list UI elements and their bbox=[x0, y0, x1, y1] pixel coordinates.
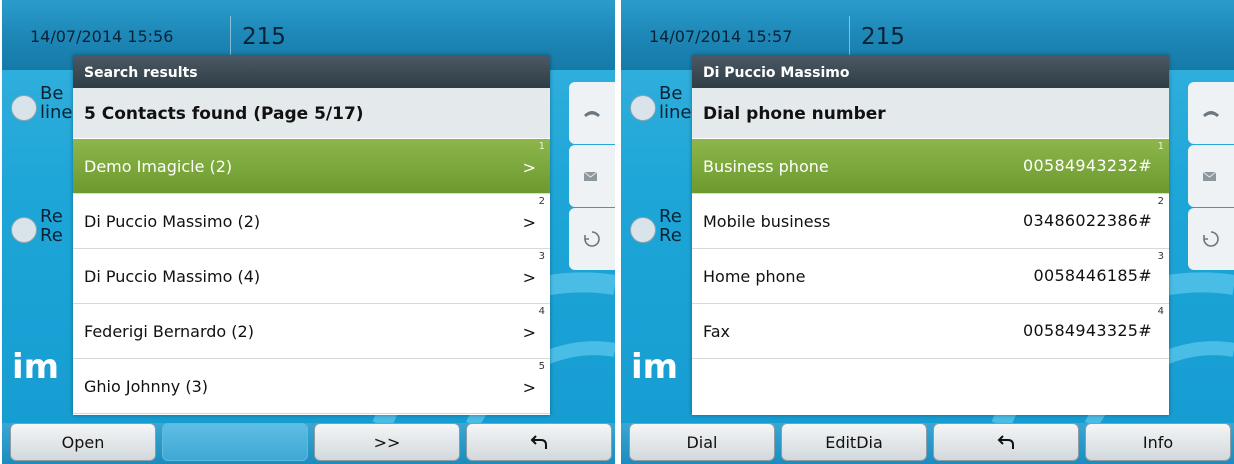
datetime-label: 14/07/2014 15:57 bbox=[649, 27, 793, 46]
panel-subtitle: Dial phone number bbox=[692, 88, 1169, 138]
row-index: 1 bbox=[538, 141, 545, 152]
history-icon bbox=[1203, 231, 1219, 247]
chevron-right-icon: > bbox=[522, 213, 536, 232]
recents-label-bottom: Re bbox=[659, 225, 682, 246]
row-index: 1 bbox=[1157, 141, 1164, 152]
row-index: 2 bbox=[538, 196, 545, 207]
brand-logo: im bbox=[631, 347, 679, 387]
number-type-label: Business phone bbox=[703, 156, 829, 176]
row-index: 5 bbox=[538, 361, 545, 372]
next-page-softkey[interactable]: >> bbox=[314, 423, 460, 461]
handset-icon bbox=[1203, 111, 1219, 117]
dial-number-panel: Di Puccio Massimo Dial phone number Busi… bbox=[692, 55, 1169, 415]
row-index: 2 bbox=[1157, 196, 1164, 207]
list-item[interactable]: Home phone 0058446185# 3 bbox=[692, 249, 1169, 304]
empty-softkey bbox=[162, 423, 308, 461]
list-item[interactable]: Business phone 00584943232# 1 bbox=[692, 139, 1169, 200]
list-item[interactable]: Demo Imagicle (2) 1 > bbox=[73, 139, 550, 200]
list-item[interactable]: Fax 00584943325# 4 bbox=[692, 304, 1169, 359]
messages-side-button[interactable] bbox=[1188, 145, 1234, 207]
status-divider bbox=[230, 16, 231, 60]
edit-dial-softkey[interactable]: EditDia bbox=[781, 423, 927, 461]
contact-name: Ghio Johnny (3) bbox=[84, 376, 209, 396]
history-side-button[interactable] bbox=[569, 208, 615, 270]
list-item[interactable]: Mobile business 03486022386# 2 bbox=[692, 194, 1169, 249]
envelope-icon bbox=[583, 171, 598, 181]
softkey-bar: Open >> bbox=[2, 423, 615, 464]
number-type-label: Home phone bbox=[703, 266, 806, 286]
info-softkey[interactable]: Info bbox=[1085, 423, 1231, 461]
brand-logo: im bbox=[12, 347, 60, 387]
phone-number: 00584943232# bbox=[1023, 156, 1152, 175]
back-softkey[interactable] bbox=[466, 423, 612, 461]
row-index: 3 bbox=[538, 251, 545, 262]
history-side-button[interactable] bbox=[1188, 208, 1234, 270]
line-label-bottom: line bbox=[659, 102, 692, 123]
contact-name: Di Puccio Massimo (4) bbox=[84, 266, 261, 286]
chevron-right-icon: > bbox=[522, 158, 536, 177]
envelope-icon bbox=[1202, 171, 1217, 181]
status-divider bbox=[849, 16, 850, 60]
phone-screen-search-results: 14/07/2014 15:56 215 Be line Re Re im Se… bbox=[2, 0, 615, 464]
chevron-right-icon: > bbox=[522, 268, 536, 287]
phone-screen-dial-number: 14/07/2014 15:57 215 Be line Re Re im Di… bbox=[621, 0, 1234, 464]
open-softkey[interactable]: Open bbox=[10, 423, 156, 461]
phone-number: 00584943325# bbox=[1023, 321, 1152, 340]
handset-side-button[interactable] bbox=[569, 82, 615, 144]
chevron-right-icon: > bbox=[522, 323, 536, 342]
recents-label-bottom: Re bbox=[40, 225, 63, 246]
phone-number: 0058446185# bbox=[1033, 266, 1152, 285]
recents-label-top: Re bbox=[40, 206, 63, 227]
line-label-top: Be bbox=[659, 83, 683, 104]
line-number: 215 bbox=[861, 24, 905, 50]
phone-number: 03486022386# bbox=[1023, 211, 1152, 230]
softkey-bar: Dial EditDia Info bbox=[621, 423, 1234, 464]
datetime-label: 14/07/2014 15:56 bbox=[30, 27, 174, 46]
line-status-icon bbox=[11, 95, 37, 121]
messages-side-button[interactable] bbox=[569, 145, 615, 207]
history-icon bbox=[584, 231, 600, 247]
back-arrow-icon bbox=[530, 435, 547, 449]
contact-name: Di Puccio Massimo (2) bbox=[84, 211, 261, 231]
row-index: 4 bbox=[538, 306, 545, 317]
recents-label-top: Re bbox=[659, 206, 682, 227]
line-number: 215 bbox=[242, 24, 286, 50]
row-index: 3 bbox=[1157, 251, 1164, 262]
handset-side-button[interactable] bbox=[1188, 82, 1234, 144]
back-arrow-icon bbox=[997, 435, 1014, 449]
dial-softkey[interactable]: Dial bbox=[629, 423, 775, 461]
results-list: Demo Imagicle (2) 1 > Di Puccio Massimo … bbox=[73, 139, 550, 414]
row-index: 4 bbox=[1157, 306, 1164, 317]
recents-status-icon bbox=[630, 217, 656, 243]
list-item[interactable]: Di Puccio Massimo (2) 2 > bbox=[73, 194, 550, 249]
panel-title: Search results bbox=[73, 55, 550, 88]
back-softkey[interactable] bbox=[933, 423, 1079, 461]
contact-name: Demo Imagicle (2) bbox=[84, 156, 233, 176]
line-status-icon bbox=[630, 95, 656, 121]
recents-status-icon bbox=[11, 217, 37, 243]
contact-name: Federigi Bernardo (2) bbox=[84, 321, 254, 341]
list-item[interactable]: Federigi Bernardo (2) 4 > bbox=[73, 304, 550, 359]
chevron-right-icon: > bbox=[522, 378, 536, 397]
number-type-label: Mobile business bbox=[703, 211, 831, 231]
number-type-label: Fax bbox=[703, 321, 731, 341]
handset-icon bbox=[584, 111, 600, 117]
phone-number-list: Business phone 00584943232# 1 Mobile bus… bbox=[692, 139, 1169, 359]
line-label-peek: Be line bbox=[40, 84, 72, 122]
recents-label-peek: Re Re bbox=[40, 207, 63, 245]
panel-subtitle: 5 Contacts found (Page 5/17) bbox=[73, 88, 550, 138]
list-item[interactable]: Ghio Johnny (3) 5 > bbox=[73, 359, 550, 414]
line-label-bottom: line bbox=[40, 102, 73, 123]
line-label-peek: Be line bbox=[659, 84, 691, 122]
panel-title: Di Puccio Massimo bbox=[692, 55, 1169, 88]
search-results-panel: Search results 5 Contacts found (Page 5/… bbox=[73, 55, 550, 415]
recents-label-peek: Re Re bbox=[659, 207, 682, 245]
list-item[interactable]: Di Puccio Massimo (4) 3 > bbox=[73, 249, 550, 304]
line-label-top: Be bbox=[40, 83, 64, 104]
